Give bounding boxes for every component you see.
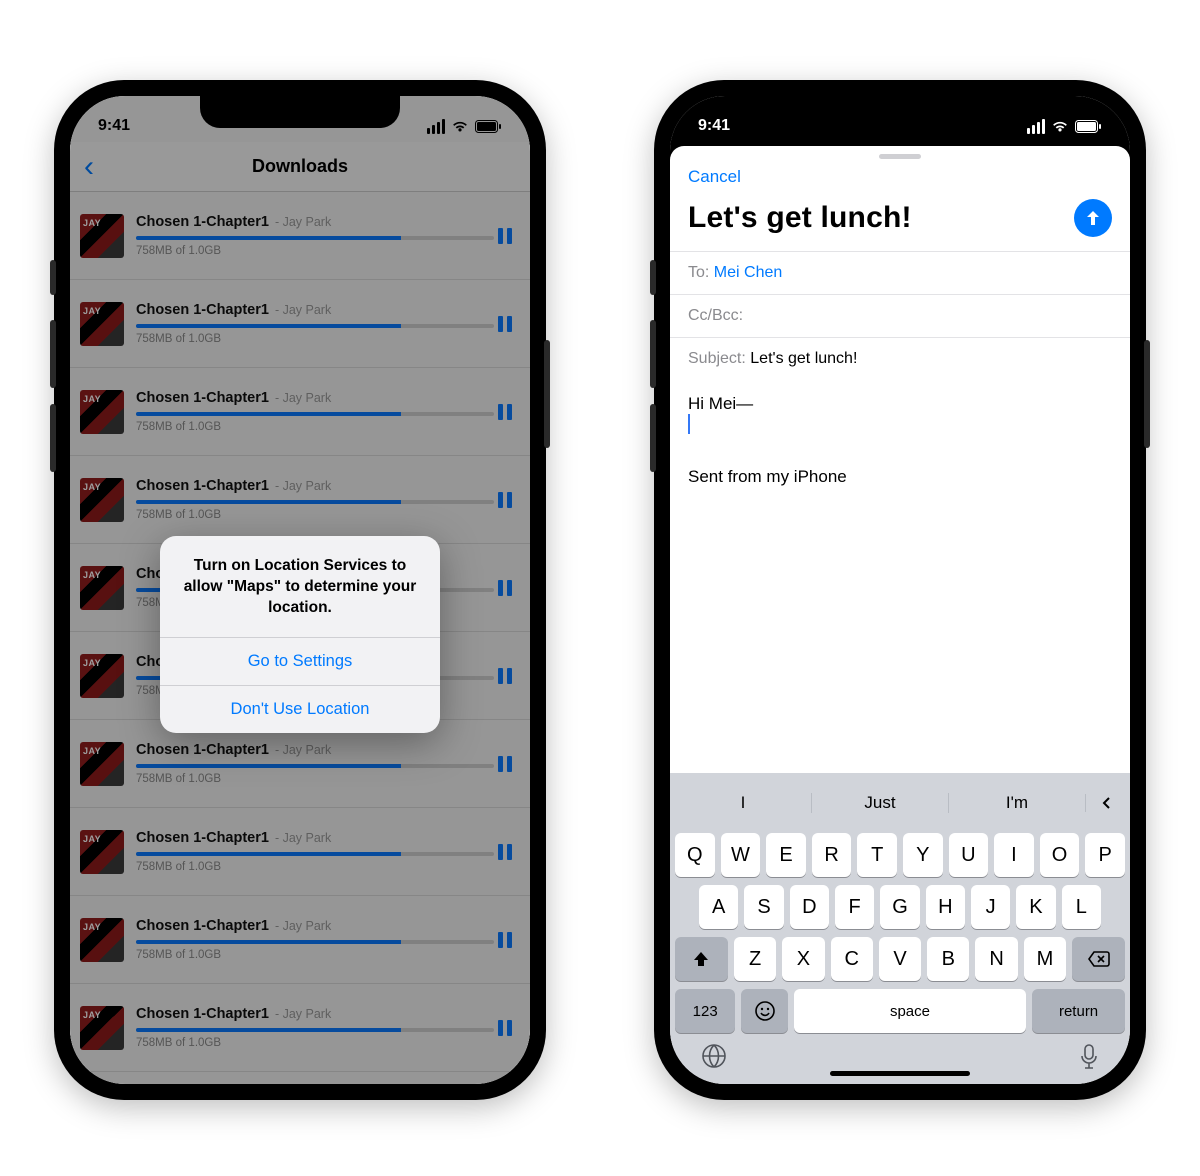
sheet-grabber[interactable]	[879, 154, 921, 159]
key-z[interactable]: Z	[734, 937, 776, 981]
key-x[interactable]: X	[782, 937, 824, 981]
body-signature: Sent from my iPhone	[688, 467, 1112, 487]
key-i[interactable]: I	[994, 833, 1034, 877]
keyboard: I Just I'm QWERTYUIOP ASDFGHJKL ZXCVBNM	[670, 773, 1130, 1084]
body-greeting: Hi Mei—	[688, 394, 1112, 414]
to-field[interactable]: To: Mei Chen	[670, 251, 1130, 294]
signal-icon	[1027, 119, 1045, 134]
wifi-icon	[451, 119, 469, 133]
status-time: 9:41	[698, 117, 730, 135]
key-k[interactable]: K	[1016, 885, 1055, 929]
phone-right: 9:41 Cancel Let's get lunch!	[654, 80, 1146, 1100]
key-g[interactable]: G	[880, 885, 919, 929]
suggestion[interactable]: I	[675, 793, 811, 813]
key-p[interactable]: P	[1085, 833, 1125, 877]
key-y[interactable]: Y	[903, 833, 943, 877]
suggestion[interactable]: I'm	[948, 793, 1085, 813]
key-v[interactable]: V	[879, 937, 921, 981]
alert-message: Turn on Location Services to allow "Maps…	[160, 536, 440, 637]
ccbcc-field[interactable]: Cc/Bcc:	[670, 294, 1130, 337]
key-n[interactable]: N	[975, 937, 1017, 981]
suggestion-chevron-icon[interactable]	[1085, 794, 1125, 812]
key-r[interactable]: R	[812, 833, 852, 877]
key-a[interactable]: A	[699, 885, 738, 929]
compose-title: Let's get lunch!	[688, 201, 912, 235]
key-l[interactable]: L	[1062, 885, 1101, 929]
home-indicator[interactable]	[830, 1071, 970, 1076]
text-cursor	[688, 414, 690, 434]
key-o[interactable]: O	[1040, 833, 1080, 877]
phone-left: 9:41 ‹ Downloads Chosen 1-Chapter1- Jay …	[54, 80, 546, 1100]
key-m[interactable]: M	[1024, 937, 1066, 981]
alert-dialog: Turn on Location Services to allow "Maps…	[160, 536, 440, 733]
numbers-key[interactable]: 123	[675, 989, 735, 1033]
key-b[interactable]: B	[927, 937, 969, 981]
key-f[interactable]: F	[835, 885, 874, 929]
return-key[interactable]: return	[1032, 989, 1125, 1033]
status-time: 9:41	[98, 117, 130, 135]
wifi-icon	[1051, 119, 1069, 133]
key-e[interactable]: E	[766, 833, 806, 877]
globe-icon[interactable]	[701, 1043, 727, 1076]
key-t[interactable]: T	[857, 833, 897, 877]
subject-value: Let's get lunch!	[750, 350, 857, 367]
key-u[interactable]: U	[949, 833, 989, 877]
battery-icon	[475, 120, 502, 133]
key-d[interactable]: D	[790, 885, 829, 929]
key-q[interactable]: Q	[675, 833, 715, 877]
mic-icon[interactable]	[1079, 1043, 1099, 1076]
key-j[interactable]: J	[971, 885, 1010, 929]
key-c[interactable]: C	[831, 937, 873, 981]
space-key[interactable]: space	[794, 989, 1026, 1033]
emoji-key[interactable]	[741, 989, 787, 1033]
alert-primary-button[interactable]: Go to Settings	[160, 637, 440, 685]
to-value: Mei Chen	[714, 264, 782, 281]
shift-key[interactable]	[675, 937, 728, 981]
cancel-button[interactable]: Cancel	[688, 167, 741, 187]
key-s[interactable]: S	[744, 885, 783, 929]
send-button[interactable]	[1074, 199, 1112, 237]
compose-sheet: Cancel Let's get lunch! To: Mei Chen Cc/…	[670, 146, 1130, 1084]
suggestion[interactable]: Just	[811, 793, 948, 813]
battery-icon	[1075, 120, 1102, 133]
subject-field[interactable]: Subject: Let's get lunch!	[670, 337, 1130, 380]
backspace-key[interactable]	[1072, 937, 1125, 981]
suggestion-bar: I Just I'm	[675, 781, 1125, 825]
signal-icon	[427, 119, 445, 134]
alert-secondary-button[interactable]: Don't Use Location	[160, 685, 440, 733]
body-field[interactable]: Hi Mei— Sent from my iPhone	[670, 380, 1130, 491]
key-h[interactable]: H	[926, 885, 965, 929]
key-w[interactable]: W	[721, 833, 761, 877]
